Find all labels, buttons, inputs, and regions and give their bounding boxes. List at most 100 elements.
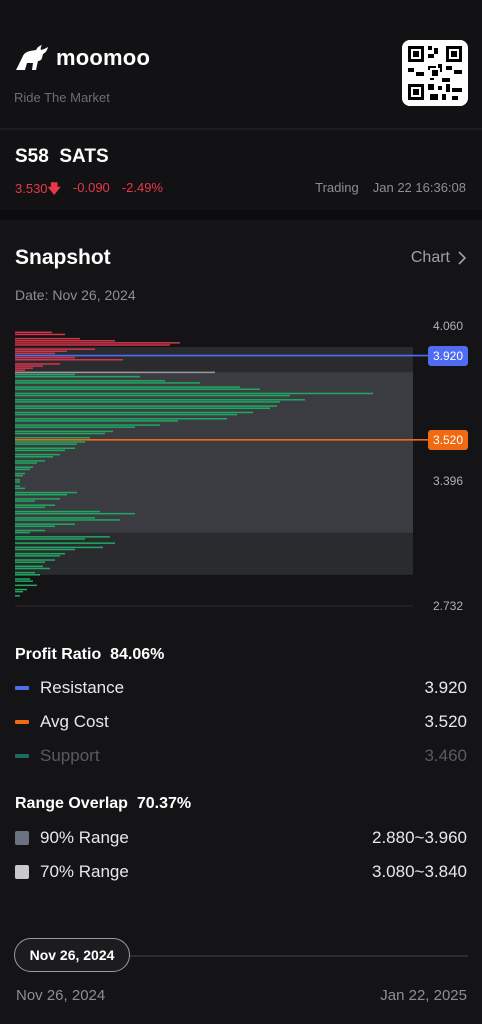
resistance-value: 3.920 <box>424 678 467 697</box>
chip-bar-profit <box>15 462 37 464</box>
chart-link-label: Chart <box>410 249 450 266</box>
range-overlap-value: 70.37% <box>136 795 192 812</box>
chip-bar-profit <box>15 595 20 597</box>
chip-bar-profit <box>15 571 35 574</box>
chip-bar-profit <box>15 542 115 544</box>
resistance-legend-icon <box>15 686 29 690</box>
chip-bar-profit <box>15 436 90 439</box>
bull-logo-icon <box>16 45 48 70</box>
price-row: 3.530🡇 -0.090 -2.49% <box>15 180 163 202</box>
range-90-label: 90% Range <box>40 828 129 847</box>
range-90-row: 90% Range 2.880~3.960 <box>15 828 467 848</box>
chip-bar-profit <box>15 561 45 563</box>
snapshot-date: Date: Nov 26, 2024 <box>15 287 136 303</box>
avg-cost-label: Avg Cost <box>40 712 109 731</box>
range-70-value: 3.080~3.840 <box>371 862 467 881</box>
chip-bar-profit <box>15 493 67 496</box>
support-label: Support <box>40 746 100 765</box>
chip-bar-current <box>15 371 215 374</box>
chip-bar-loss <box>15 331 52 334</box>
timeline-end-date: Jan 22, 2025 <box>380 987 467 1004</box>
timeline-track[interactable] <box>128 955 468 957</box>
chip-bar-profit <box>15 466 33 469</box>
chip-bar-loss <box>15 365 43 367</box>
chip-bar-profit <box>15 407 270 409</box>
chip-bar-profit <box>15 523 75 525</box>
chip-bar-profit <box>15 426 135 428</box>
chip-bar-profit <box>15 472 25 475</box>
chip-bar-profit <box>15 424 160 426</box>
chip-bar-profit <box>15 373 75 376</box>
chip-bar-profit <box>15 584 37 587</box>
chip-bar-profit <box>15 538 85 540</box>
chip-bar-loss <box>15 342 180 344</box>
brand-logo[interactable]: moomoo <box>14 44 150 72</box>
down-arrow-icon: 🡇 <box>47 181 61 196</box>
chip-bar-profit <box>15 420 178 422</box>
symbol-name: SATS <box>59 146 109 167</box>
stock-symbol[interactable]: S58 SATS <box>15 146 109 168</box>
chip-bar-profit <box>15 392 373 395</box>
chip-bar-profit <box>15 552 65 555</box>
y-tick-label: 4.060 <box>433 319 464 333</box>
quote-timestamp: Jan 22 16:36:08 <box>372 180 466 195</box>
chip-bar-profit <box>15 375 140 378</box>
chip-bar-loss <box>15 358 123 361</box>
chip-bar-profit <box>15 447 75 450</box>
chip-bar-loss <box>15 367 33 369</box>
profit-ratio: Profit Ratio 84.06% <box>15 646 164 664</box>
chevron-right-icon <box>458 251 466 265</box>
resistance-price-tag: 3.920 <box>428 345 469 366</box>
chip-bar-profit <box>15 432 105 435</box>
chip-bar-profit <box>15 555 60 557</box>
range-70-band <box>15 372 413 533</box>
chip-bar-profit <box>15 531 30 534</box>
chip-bar-profit <box>15 574 40 576</box>
chip-bar-loss <box>15 363 60 365</box>
avg-cost-row: Avg Cost 3.520 <box>15 712 467 732</box>
avg-cost-price-tag: 3.520 <box>428 429 469 450</box>
support-row: Support 3.460 <box>15 746 467 766</box>
chip-bar-profit <box>15 481 20 483</box>
chip-bar-profit <box>15 380 165 382</box>
price-change-pct: -2.49% <box>121 180 163 195</box>
chip-bar-profit <box>15 382 200 384</box>
avg-cost-legend-icon <box>15 720 29 724</box>
chip-distribution-chart[interactable] <box>0 310 482 620</box>
chip-bar-profit <box>15 510 100 513</box>
last-price: 3.530🡇 <box>15 181 61 196</box>
market-status: Trading Jan 22 16:36:08 <box>315 180 466 195</box>
chip-bar-profit <box>15 405 277 407</box>
range-90-value: 2.880~3.960 <box>371 828 467 847</box>
chip-bar-profit <box>15 388 260 391</box>
chip-bar-profit <box>15 519 120 521</box>
chip-bar-loss <box>15 352 55 355</box>
chip-bar-profit <box>15 578 30 580</box>
chip-bar-profit <box>15 468 30 471</box>
chip-bar-profit <box>15 418 227 420</box>
chip-bar-profit <box>15 413 237 416</box>
avg-cost-value: 3.520 <box>424 712 467 731</box>
chip-bar-profit <box>15 567 50 570</box>
range-overlap: Range Overlap 70.37% <box>15 795 191 813</box>
chip-bar-profit <box>15 546 103 549</box>
chip-bar-loss <box>15 369 25 372</box>
chip-bar-profit <box>15 512 135 515</box>
qr-code-icon[interactable] <box>402 40 468 106</box>
snapshot-title: Snapshot <box>15 246 111 269</box>
chip-bar-profit <box>15 455 53 458</box>
chip-bar-profit <box>15 474 23 477</box>
trading-status: Trading <box>315 180 359 195</box>
chip-bar-profit <box>15 548 75 551</box>
chip-bar-profit <box>15 590 23 593</box>
chip-bar-profit <box>15 441 85 443</box>
chip-bar-loss <box>15 348 95 350</box>
support-legend-icon <box>15 754 29 758</box>
price-change: -0.090 <box>72 180 110 195</box>
chart-link[interactable]: Chart <box>411 249 466 267</box>
chip-bar-profit <box>15 588 27 591</box>
chip-bar-loss <box>15 344 170 346</box>
profit-ratio-value: 84.06% <box>110 646 165 663</box>
timeline-selected-date[interactable]: Nov 26, 2024 <box>14 938 130 972</box>
chip-bar-profit <box>15 460 45 462</box>
